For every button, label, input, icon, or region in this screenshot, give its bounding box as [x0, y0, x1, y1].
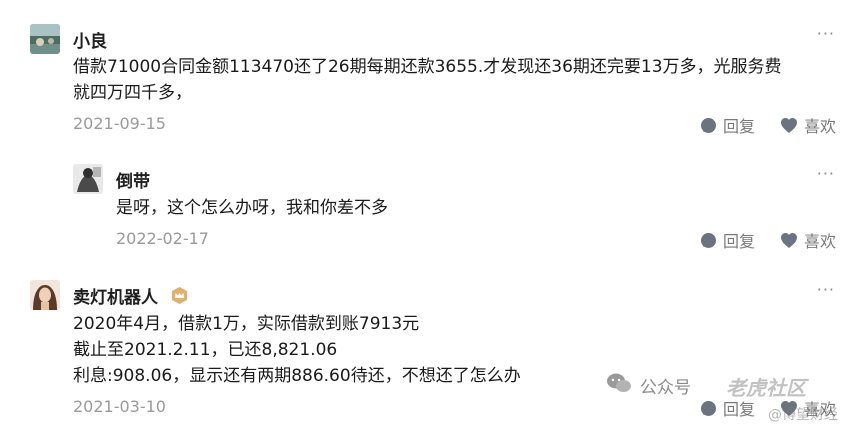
watermark-channel: 公众号 — [606, 372, 691, 399]
comment-author[interactable]: 卖灯机器人 — [73, 283, 189, 310]
crown-badge-icon — [170, 286, 189, 310]
avatar[interactable] — [30, 280, 60, 310]
watermark-channel-label: 公众号 — [640, 378, 691, 398]
comment-line: 是呀，这个怎么办呀，我和你差不多 — [116, 198, 388, 218]
comment-date: 2022-02-17 — [116, 229, 209, 248]
heart-icon — [780, 117, 798, 134]
comment-line: 就四万四千多， — [73, 83, 192, 103]
watermark-brand: 老虎社区 — [726, 376, 806, 400]
like-button[interactable]: 喜欢 — [780, 113, 836, 137]
comment-date: 2021-09-15 — [73, 114, 166, 133]
like-label: 喜欢 — [804, 117, 837, 136]
author-name: 卖灯机器人 — [73, 288, 158, 308]
more-options-icon[interactable]: ··· — [817, 24, 835, 43]
comment-bubble-icon — [700, 400, 717, 417]
comment-text: 2020年4月，借款1万，实际借款到账7913元 截止至2021.2.11，已还… — [73, 311, 833, 389]
avatar[interactable] — [73, 164, 103, 194]
more-options-icon[interactable]: ··· — [817, 280, 835, 299]
wechat-icon — [606, 372, 632, 399]
comment-text: 是呀，这个怎么办呀，我和你差不多 — [116, 195, 836, 221]
reply-label: 回复 — [723, 117, 756, 136]
reply-button[interactable]: 回复 — [700, 228, 755, 252]
like-button[interactable]: 喜欢 — [780, 228, 836, 252]
more-options-icon[interactable]: ··· — [817, 164, 835, 183]
comment-line: 截止至2021.2.11，已还8,821.06 — [73, 340, 338, 360]
heart-icon — [780, 232, 798, 249]
comment-bubble-icon — [700, 117, 717, 134]
comment-line: 利息:908.06，显示还有两期886.60待还，不想还了怎么办 — [73, 366, 521, 386]
reply-button[interactable]: 回复 — [700, 113, 755, 137]
comment-line: 借款71000合同金额113470还了26期每期还款3655.才发现还36期还完… — [73, 57, 782, 77]
reply-label: 回复 — [723, 232, 756, 251]
avatar[interactable] — [30, 24, 60, 54]
watermark-sub: @博望财经 — [768, 407, 838, 423]
comment-text: 借款71000合同金额113470还了26期每期还款3655.才发现还36期还完… — [73, 54, 843, 106]
like-label: 喜欢 — [804, 232, 837, 251]
comment-author[interactable]: 小良 — [73, 27, 107, 52]
comment-date: 2021-03-10 — [73, 397, 166, 416]
comment-line: 2020年4月，借款1万，实际借款到账7913元 — [73, 314, 420, 334]
comment-bubble-icon — [700, 232, 717, 249]
comment-author[interactable]: 倒带 — [116, 167, 150, 192]
